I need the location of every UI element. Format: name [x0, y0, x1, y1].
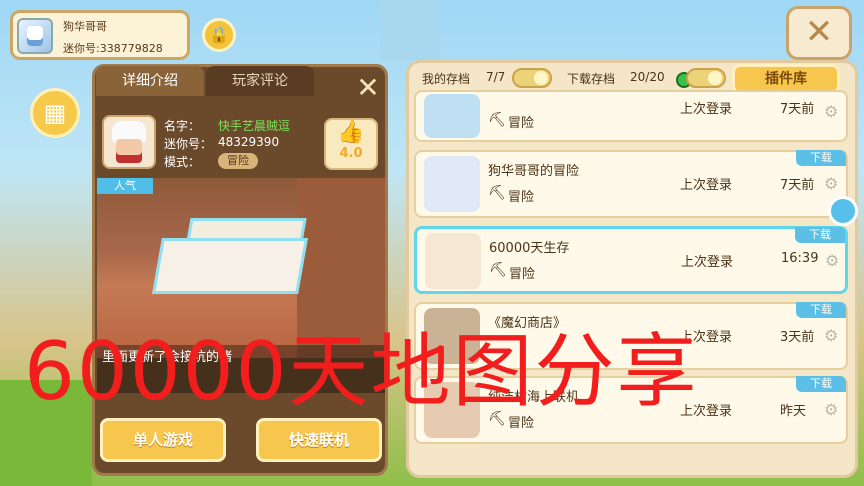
thumbs-up-icon: 👍 — [337, 120, 365, 145]
map-thumbnail — [425, 233, 481, 289]
close-button[interactable]: ✕ — [786, 6, 852, 60]
quick-multiplayer-button[interactable]: 快速联机 — [256, 418, 382, 462]
profile-name: 狗华哥哥 — [63, 20, 107, 33]
gear-icon[interactable]: ⚙ — [824, 174, 838, 193]
profile-card[interactable]: 狗华哥哥 迷你号:338779828 — [10, 10, 190, 60]
rating-box[interactable]: 👍 4.0 — [324, 118, 378, 170]
downloads-count: 20/20 — [630, 70, 665, 84]
gear-icon[interactable]: ⚙ — [824, 102, 838, 121]
overlay-caption: 60000天地图分享 — [24, 325, 699, 418]
map-mode: 冒险 — [508, 190, 535, 205]
single-player-button[interactable]: 单人游戏 — [100, 418, 226, 462]
lock-icon: 🔒 — [209, 25, 229, 44]
downloads-toggle[interactable] — [686, 68, 726, 88]
map-mode: 冒险 — [508, 116, 535, 131]
gear-icon[interactable]: ⚙ — [824, 400, 838, 419]
last-login-time: 16:39 — [781, 251, 819, 266]
id-value: 48329390 — [218, 135, 280, 149]
map-thumbnail — [424, 156, 480, 212]
my-saves-label: 我的存档 — [422, 72, 471, 86]
lock-button[interactable]: 🔒 — [202, 18, 236, 52]
map-mode: 冒险 — [509, 267, 536, 282]
last-login-label: 上次登录 — [680, 102, 733, 117]
last-login-label: 上次登录 — [680, 178, 733, 193]
rating-value: 4.0 — [339, 146, 363, 161]
download-tag: 下载 — [796, 302, 846, 318]
pickaxe-icon: ⛏ — [488, 185, 506, 201]
blocks-button[interactable]: ▦ — [30, 88, 80, 138]
mode-badge: 冒险 — [218, 153, 258, 169]
last-login-time: 7天前 — [780, 102, 815, 117]
pickaxe-icon: ⛏ — [489, 262, 507, 278]
download-tag: 下载 — [796, 376, 846, 392]
pickaxe-icon: ⛏ — [488, 112, 506, 128]
map-card-selected[interactable]: 60000天生存 ⛏ 冒险 上次登录 16:39 下载 ⚙ — [414, 226, 848, 294]
downloads-label: 下载存档 — [567, 72, 616, 86]
last-login-time: 昨天 — [780, 404, 807, 419]
map-thumbnail — [424, 94, 480, 138]
map-card[interactable]: ⛏ 冒险 上次登录 7天前 ⚙ — [414, 90, 848, 142]
popular-badge: 人气 — [97, 178, 153, 194]
last-login-label: 上次登录 — [681, 255, 734, 270]
scroll-knob[interactable] — [828, 196, 858, 226]
close-icon: ✕ — [804, 12, 834, 52]
gear-icon[interactable]: ⚙ — [824, 326, 838, 345]
last-login-time: 7天前 — [780, 178, 815, 193]
gear-icon[interactable]: ⚙ — [825, 251, 839, 270]
map-title: 60000天生存 — [489, 241, 570, 256]
mode-label: 模式： — [164, 155, 201, 169]
tab-details[interactable]: 详细介绍 — [96, 66, 204, 96]
name-value: 快手艺晨贼逗 — [218, 119, 291, 133]
close-detail-button[interactable]: ✕ — [352, 72, 384, 104]
my-saves-count: 7/7 — [486, 70, 506, 84]
id-label: 迷你号： — [164, 137, 213, 151]
avatar — [17, 18, 53, 54]
name-label: 名字： — [164, 119, 201, 133]
close-icon: ✕ — [356, 71, 380, 104]
last-login-time: 3天前 — [780, 330, 815, 345]
bed-front — [152, 238, 308, 294]
map-title: 狗华哥哥的冒险 — [488, 164, 580, 179]
my-saves-toggle[interactable] — [512, 68, 552, 88]
sky-block — [380, 0, 440, 60]
profile-id: 迷你号:338779828 — [63, 42, 163, 55]
tab-comments[interactable]: 玩家评论 — [206, 66, 314, 96]
cube-icon: ▦ — [43, 99, 67, 127]
author-avatar — [102, 115, 156, 169]
download-tag: 下载 — [795, 227, 845, 243]
map-card[interactable]: 狗华哥哥的冒险 ⛏ 冒险 上次登录 7天前 下载 ⚙ — [414, 150, 848, 218]
download-tag: 下载 — [796, 150, 846, 166]
